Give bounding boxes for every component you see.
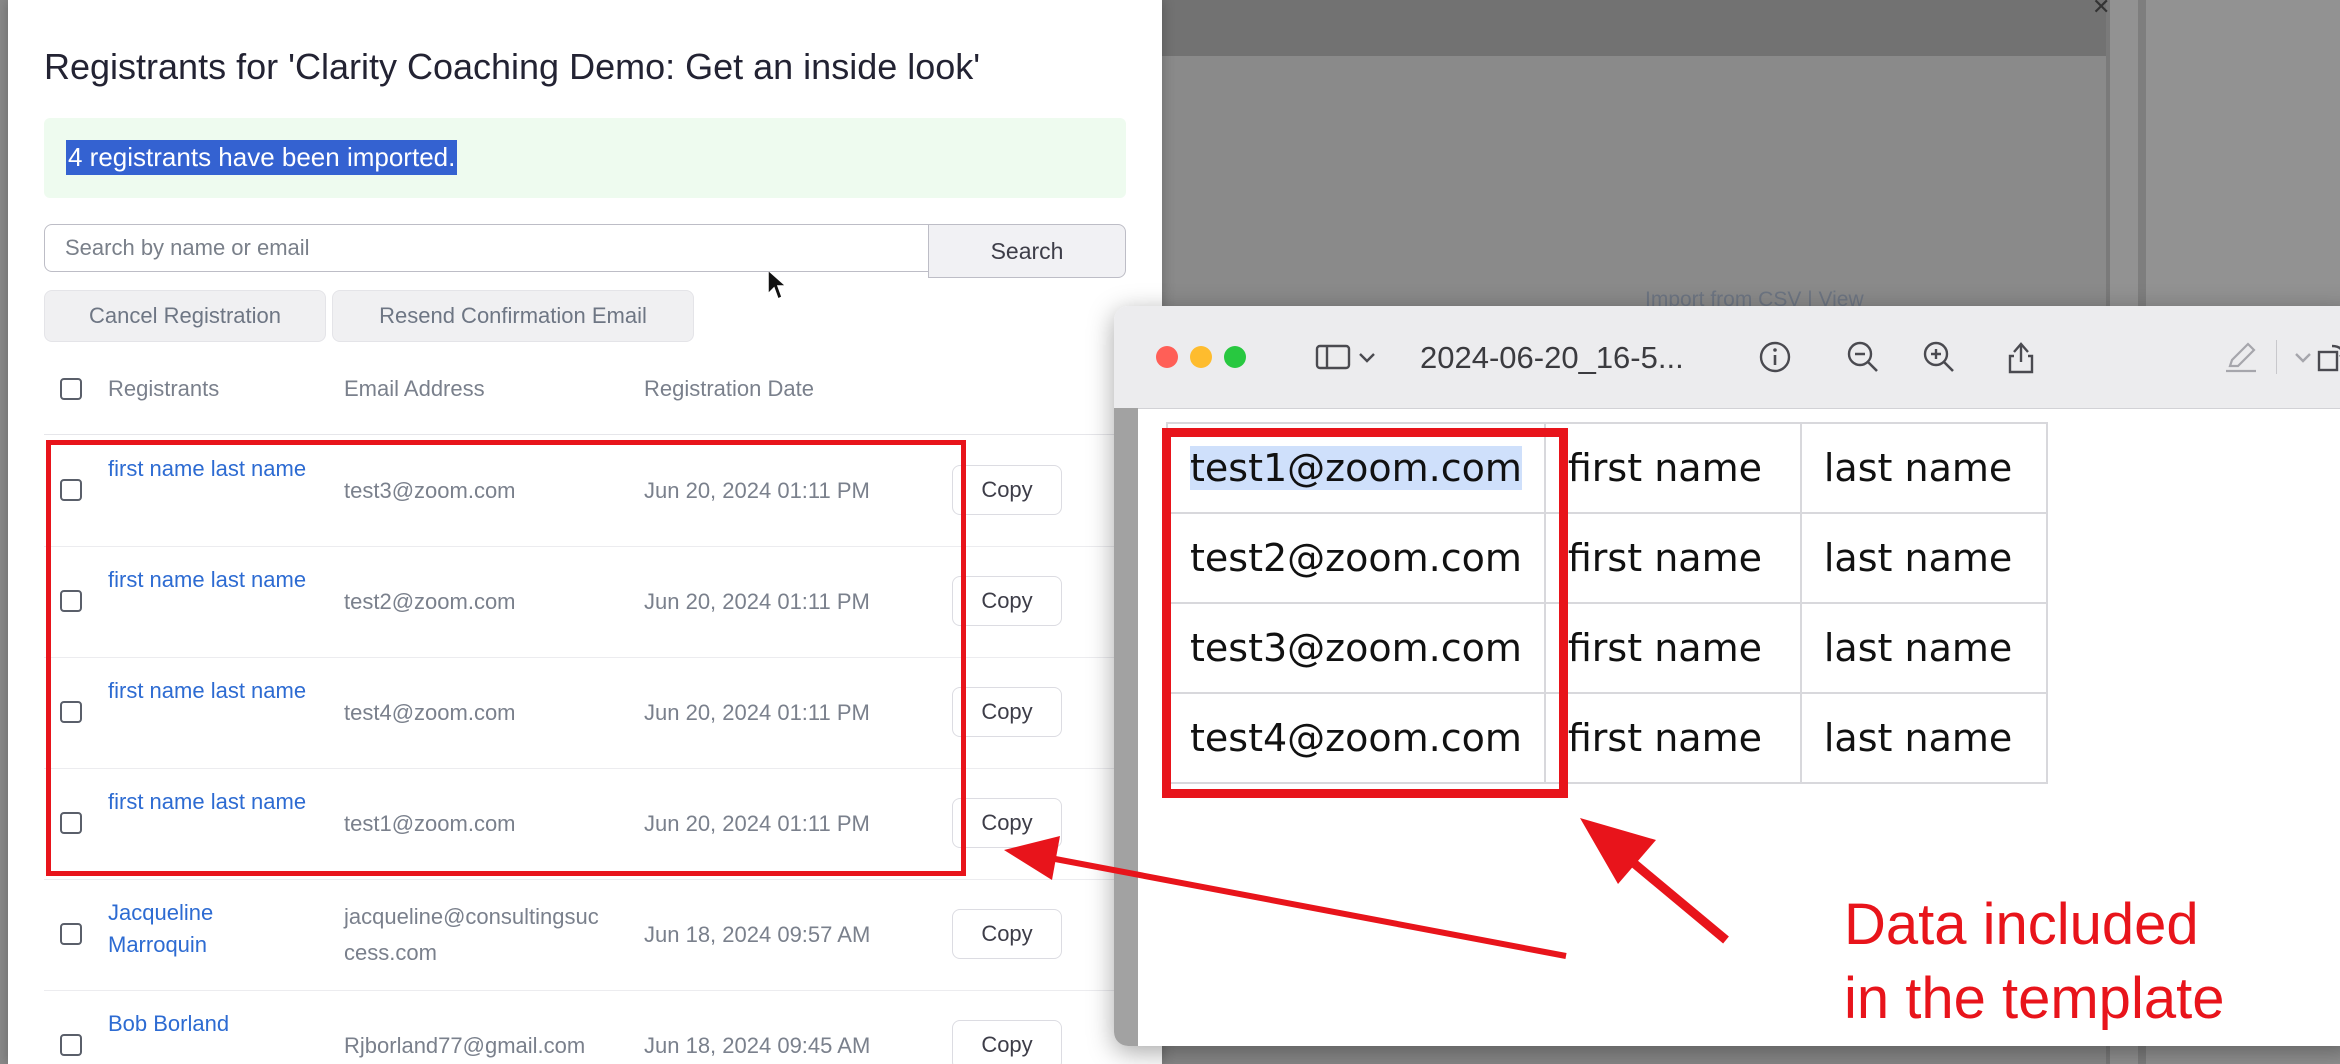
registrant-email: test1@zoom.com: [344, 810, 516, 836]
csv-row: test1@zoom.com first name last name: [1166, 422, 2048, 514]
copy-button[interactable]: Copy: [952, 687, 1062, 737]
table-row: Bob Borland Rjborland77@gmail.com Jun 18…: [44, 990, 1162, 1064]
copy-button[interactable]: Copy: [952, 909, 1062, 959]
table-row: first name last name test2@zoom.com Jun …: [44, 546, 1162, 658]
banner-message: 4 registrants have been imported.: [66, 140, 458, 175]
sidebar-icon[interactable]: [1314, 338, 1352, 376]
annotation-line-1: Data included: [1844, 892, 2199, 957]
copy-button[interactable]: Copy: [952, 576, 1062, 626]
cancel-registration-button[interactable]: Cancel Registration: [44, 290, 326, 342]
csv-row: test4@zoom.com first name last name: [1166, 692, 2048, 784]
window-close-button[interactable]: [1156, 346, 1178, 368]
background-topbar: [1160, 0, 2110, 56]
registration-date: Jun 18, 2024 09:45 AM: [644, 1032, 871, 1058]
dialog-title: Registrants for 'Clarity Coaching Demo: …: [44, 46, 981, 87]
copy-button[interactable]: Copy: [952, 465, 1062, 515]
csv-cell-last-name[interactable]: last name: [1799, 692, 2048, 784]
csv-cell-email[interactable]: test2@zoom.com: [1166, 512, 1546, 604]
registrant-name-link[interactable]: first name last name: [108, 564, 308, 596]
registrant-name-link[interactable]: Jacqueline Marroquin: [108, 897, 308, 961]
registrant-email: test4@zoom.com: [344, 699, 516, 725]
column-header-email[interactable]: Email Address: [344, 376, 485, 402]
row-checkbox[interactable]: [60, 479, 82, 501]
registrant-name-link[interactable]: first name last name: [108, 453, 308, 485]
csv-cell-last-name[interactable]: last name: [1799, 512, 2048, 604]
table-row: first name last name test4@zoom.com Jun …: [44, 657, 1162, 769]
annotation-line-2: in the template: [1844, 966, 2225, 1031]
csv-cell-email[interactable]: test4@zoom.com: [1166, 692, 1546, 784]
csv-cell-email[interactable]: test3@zoom.com: [1166, 602, 1546, 694]
registration-date: Jun 20, 2024 01:11 PM: [644, 588, 870, 614]
column-header-registrants[interactable]: Registrants: [108, 376, 219, 402]
search-input[interactable]: [44, 224, 934, 272]
table-row: first name last name test1@zoom.com Jun …: [44, 768, 1162, 880]
markup-pen-icon[interactable]: [2222, 338, 2260, 376]
registrant-email: test2@zoom.com: [344, 588, 516, 614]
markup-chevron-down-icon[interactable]: [2290, 338, 2316, 376]
chevron-down-icon[interactable]: [1354, 338, 1380, 376]
table-row: Jacqueline Marroquin jacqueline@consulti…: [44, 879, 1162, 991]
import-success-banner: 4 registrants have been imported.: [44, 118, 1126, 301]
csv-cell-first-name[interactable]: first name: [1543, 602, 1802, 694]
registrant-name-link[interactable]: first name last name: [108, 675, 308, 707]
csv-cell-first-name[interactable]: first name: [1543, 692, 1802, 784]
csv-cell-email[interactable]: test1@zoom.com: [1166, 422, 1546, 514]
registrant-name-link[interactable]: first name last name: [108, 786, 308, 818]
copy-button[interactable]: Copy: [952, 1020, 1062, 1064]
close-icon[interactable]: ✕: [2092, 0, 2110, 20]
zoom-in-icon[interactable]: [1920, 338, 1958, 376]
resend-confirmation-button[interactable]: Resend Confirmation Email: [332, 290, 694, 342]
search-button[interactable]: Search: [928, 224, 1126, 278]
registrants-dialog: Registrants for 'Clarity Coaching Demo: …: [8, 0, 1162, 1064]
registration-date: Jun 20, 2024 01:11 PM: [644, 699, 870, 725]
registration-date: Jun 18, 2024 09:57 AM: [644, 921, 871, 947]
row-checkbox[interactable]: [60, 812, 82, 834]
csv-cell-first-name[interactable]: first name: [1543, 512, 1802, 604]
csv-cell-last-name[interactable]: last name: [1799, 422, 2048, 514]
preview-sidebar-edge: [1114, 408, 1138, 1046]
preview-toolbar: 2024-06-20_16-5...: [1114, 306, 2340, 409]
registrant-email: Rjborland77@gmail.com: [344, 1032, 586, 1058]
rotate-icon[interactable]: [2314, 338, 2340, 376]
zoom-out-icon[interactable]: [1844, 338, 1882, 376]
registration-date: Jun 20, 2024 01:11 PM: [644, 477, 870, 503]
registrant-email: test3@zoom.com: [344, 477, 516, 503]
toolbar-separator: [2276, 340, 2277, 374]
copy-button[interactable]: Copy: [952, 798, 1062, 848]
csv-row: test2@zoom.com first name last name: [1166, 512, 2048, 604]
registration-date: Jun 20, 2024 01:11 PM: [644, 810, 870, 836]
row-checkbox[interactable]: [60, 701, 82, 723]
info-icon[interactable]: [1756, 338, 1794, 376]
table-row: first name last name test3@zoom.com Jun …: [44, 435, 1162, 547]
row-checkbox[interactable]: [60, 923, 82, 945]
cursor-arrow-icon: [767, 268, 788, 301]
row-checkbox[interactable]: [60, 1034, 82, 1056]
column-header-date[interactable]: Registration Date: [644, 376, 814, 402]
csv-row: test3@zoom.com first name last name: [1166, 602, 2048, 694]
annotation-text: Data included in the template: [1844, 888, 2224, 1036]
select-all-checkbox[interactable]: [60, 378, 82, 400]
window-minimize-button[interactable]: [1190, 346, 1212, 368]
registrant-name-link[interactable]: Bob Borland: [108, 1008, 308, 1040]
preview-filename: 2024-06-20_16-5...: [1420, 340, 1684, 375]
csv-cell-first-name[interactable]: first name: [1543, 422, 1802, 514]
csv-cell-last-name[interactable]: last name: [1799, 602, 2048, 694]
registrant-email: jacqueline@consultingsuccess.com: [344, 903, 599, 965]
share-icon[interactable]: [2002, 338, 2040, 376]
csv-table: test1@zoom.com first name last name test…: [1166, 422, 2048, 784]
row-checkbox[interactable]: [60, 590, 82, 612]
window-maximize-button[interactable]: [1224, 346, 1246, 368]
selected-text: test1@zoom.com: [1190, 446, 1522, 490]
